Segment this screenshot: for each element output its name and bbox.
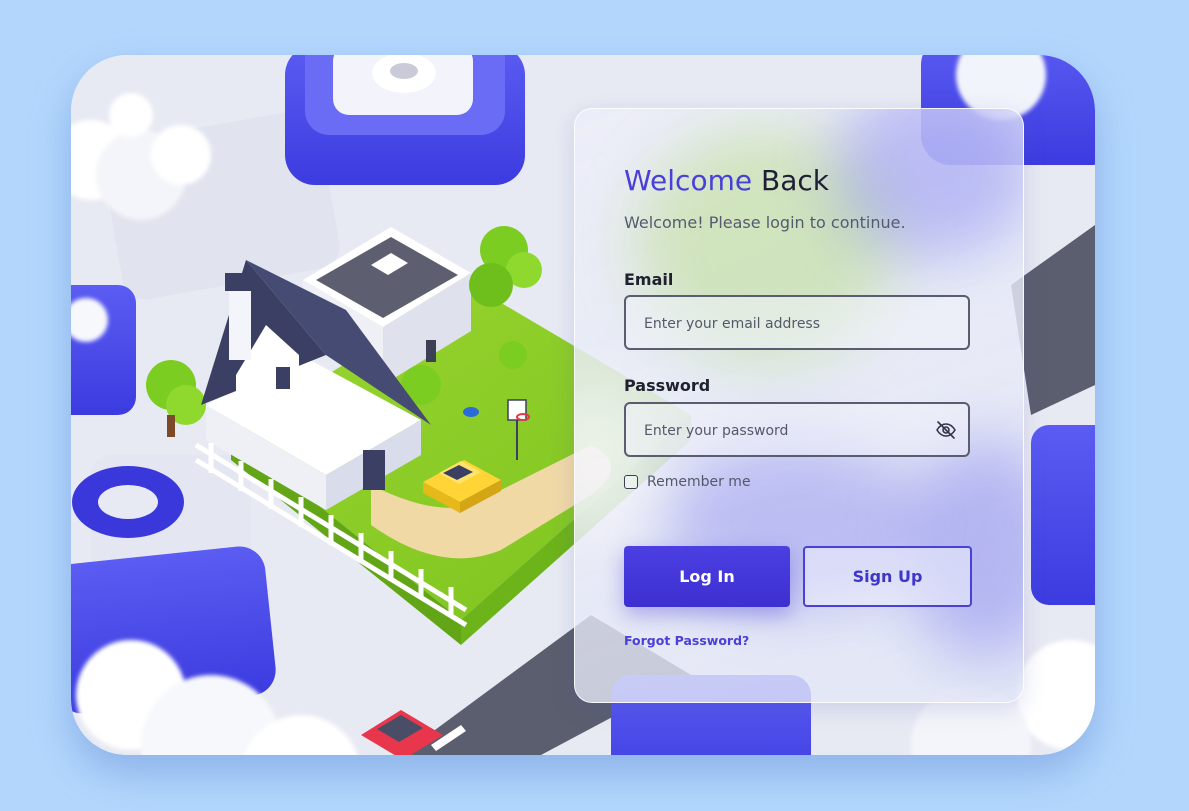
login-button[interactable]: Log In xyxy=(624,546,790,607)
remember-label: Remember me xyxy=(647,474,751,490)
password-field[interactable] xyxy=(642,404,926,457)
email-field-box xyxy=(624,295,970,350)
eye-off-icon[interactable] xyxy=(934,418,958,442)
login-panel: Welcome Back Welcome! Please login to co… xyxy=(574,108,1024,703)
password-label: Password xyxy=(624,376,711,395)
login-card: Welcome Back Welcome! Please login to co… xyxy=(71,55,1095,755)
email-label: Email xyxy=(624,270,674,289)
title-rest: Back xyxy=(760,164,829,197)
title-accent: Welcome xyxy=(624,164,753,197)
remember-checkbox[interactable] xyxy=(624,475,638,489)
password-field-box xyxy=(624,402,970,457)
page-title: Welcome Back xyxy=(624,164,829,197)
decor-blue-tile-top xyxy=(285,55,525,185)
forgot-password-link[interactable]: Forgot Password? xyxy=(624,633,749,648)
signup-button[interactable]: Sign Up xyxy=(803,546,972,607)
email-field[interactable] xyxy=(642,297,926,350)
remember-me[interactable]: Remember me xyxy=(624,474,751,490)
subtitle: Welcome! Please login to continue. xyxy=(624,213,906,232)
